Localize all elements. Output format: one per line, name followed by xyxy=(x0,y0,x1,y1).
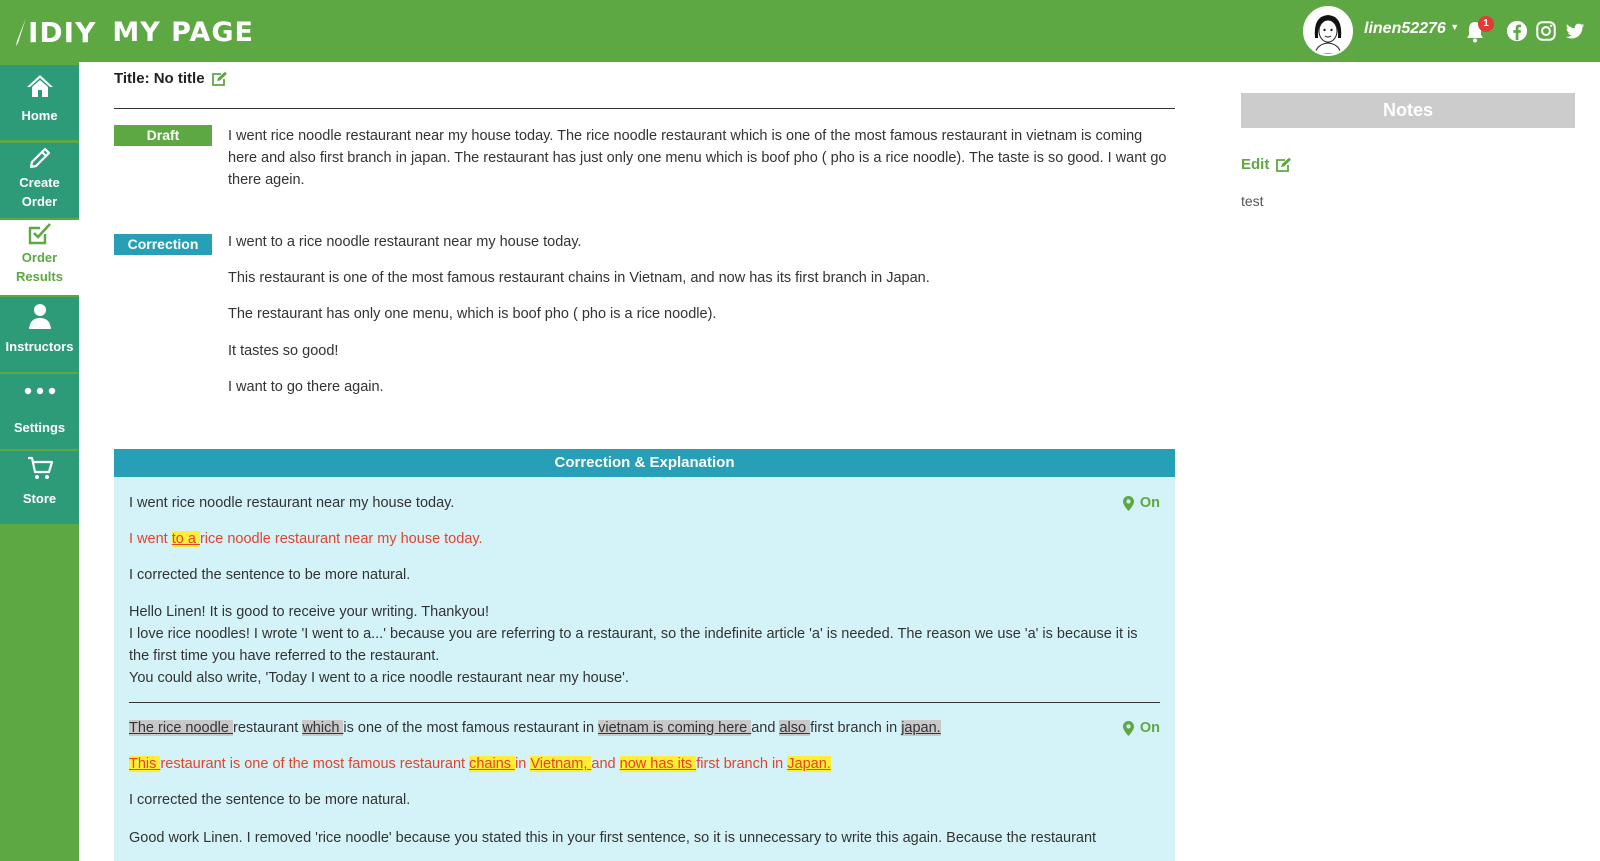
sidebar-item-label: Create xyxy=(19,175,60,190)
pen-nib-icon xyxy=(16,18,26,46)
highlighted-correction: chains xyxy=(469,756,516,772)
pin-toggle[interactable]: On xyxy=(1122,495,1160,511)
username-dropdown[interactable]: linen52276 ▼ xyxy=(1364,20,1459,38)
notes-heading: Notes xyxy=(1241,93,1575,128)
highlighted-correction: now has its xyxy=(619,756,697,772)
original-sentence: The rice noodle restaurant which is one … xyxy=(129,720,941,736)
sidebar-item-store[interactable]: Store xyxy=(0,451,79,524)
highlighted-original: which xyxy=(302,720,344,736)
sidebar-item-label: Results xyxy=(16,269,63,284)
highlighted-correction: Japan. xyxy=(787,756,831,772)
divider xyxy=(114,108,1175,109)
explanation: Hello Linen! It is good to receive your … xyxy=(129,601,1159,689)
text-segment: rice noodle restaurant near my house tod… xyxy=(199,531,483,547)
top-header: IDIY MY PAGE linen52276 ▼ 1 xyxy=(0,0,1600,62)
title-row: Title: No title xyxy=(114,70,228,87)
dots-icon xyxy=(24,387,55,395)
page-name: MY PAGE xyxy=(112,16,254,48)
text-segment: restaurant xyxy=(232,720,303,736)
explanation-line: Hello Linen! It is good to receive your … xyxy=(129,604,490,620)
sidebar-item-instructors[interactable]: Instructors xyxy=(0,297,79,372)
sidebar-item-create-order[interactable]: Create Order xyxy=(0,143,79,218)
highlighted-correction: Vietnam, xyxy=(530,756,592,772)
notification-badge: 1 xyxy=(1478,16,1494,32)
avatar[interactable] xyxy=(1303,6,1353,56)
correction-line: It tastes so good! xyxy=(228,343,339,359)
highlighted-correction: to a xyxy=(171,531,200,547)
edit-icon[interactable] xyxy=(211,71,228,87)
notes-text: test xyxy=(1241,193,1264,209)
toggle-label: On xyxy=(1139,720,1160,736)
correction-line: I want to go there again. xyxy=(228,379,384,395)
sidebar-item-label: Instructors xyxy=(5,339,74,354)
facebook-icon[interactable] xyxy=(1506,20,1528,42)
pencil-icon xyxy=(29,147,50,169)
text-segment: in xyxy=(515,756,531,772)
username-text: linen52276 xyxy=(1364,20,1446,37)
highlighted-correction: This xyxy=(129,756,161,772)
map-pin-icon xyxy=(1122,720,1134,736)
correction-line: I went to a rice noodle restaurant near … xyxy=(228,234,582,250)
instagram-icon[interactable] xyxy=(1535,20,1557,42)
logo-text: IDIY xyxy=(28,15,97,49)
correction-explanation-header: Correction & Explanation xyxy=(114,449,1175,477)
text-segment: is one of the most famous restaurant in xyxy=(343,720,599,736)
checkbox-icon xyxy=(28,223,51,245)
correction-tag: Correction xyxy=(114,234,212,255)
corrected-sentence: This restaurant is one of the most famou… xyxy=(129,756,831,772)
explanation-line: You could also write, 'Today I went to a… xyxy=(129,670,629,686)
highlighted-original: also xyxy=(779,720,811,736)
draft-tag: Draft xyxy=(114,125,212,146)
sidebar-item-label: Order xyxy=(21,250,58,265)
page-title: Title: No title xyxy=(114,70,205,87)
correction-note: I corrected the sentence to be more natu… xyxy=(129,567,411,583)
sidebar-item-home[interactable]: Home xyxy=(0,65,79,140)
user-avatar-icon xyxy=(1305,8,1351,54)
sidebar-item-label: Store xyxy=(22,491,57,506)
text-segment: first branch in xyxy=(696,756,788,772)
entry-divider xyxy=(129,702,1160,703)
explanation-line: I love rice noodles! I wrote 'I went to … xyxy=(129,626,1138,664)
notes-edit-label: Edit xyxy=(1241,156,1270,173)
correction-note: I corrected the sentence to be more natu… xyxy=(129,792,411,808)
text-segment: I went xyxy=(129,531,172,547)
highlighted-original: vietnam is coming here xyxy=(598,720,752,736)
correction-explanation-panel: Correction & Explanation I went rice noo… xyxy=(114,449,1175,861)
corrected-sentence: I went to a rice noodle restaurant near … xyxy=(129,531,483,547)
caret-down-icon: ▼ xyxy=(1450,22,1460,32)
highlighted-original: The rice noodle xyxy=(129,720,233,736)
original-sentence: I went rice noodle restaurant near my ho… xyxy=(129,495,455,511)
person-icon xyxy=(28,304,51,329)
logo[interactable]: IDIY MY PAGE xyxy=(14,14,254,50)
sidebar: Home Create Order Order Results Instruct… xyxy=(0,62,79,861)
notes-edit-button[interactable]: Edit xyxy=(1241,156,1292,173)
text-segment: and xyxy=(591,756,620,772)
twitter-icon[interactable] xyxy=(1564,20,1586,42)
map-pin-icon xyxy=(1122,495,1134,511)
edit-icon xyxy=(1276,157,1292,172)
explanation: Good work Linen. I removed 'rice noodle'… xyxy=(129,827,1159,849)
pin-toggle[interactable]: On xyxy=(1122,720,1160,736)
text-segment: and xyxy=(751,720,780,736)
home-icon xyxy=(26,75,53,97)
sidebar-item-label: Settings xyxy=(13,420,66,435)
draft-text: I went rice noodle restaurant near my ho… xyxy=(228,128,1167,188)
correction-line: This restaurant is one of the most famou… xyxy=(228,270,930,286)
explanation-line: Good work Linen. I removed 'rice noodle'… xyxy=(129,830,1097,846)
cart-icon xyxy=(27,456,53,479)
highlighted-original: japan. xyxy=(901,720,941,736)
sidebar-item-label: Home xyxy=(21,108,58,123)
toggle-label: On xyxy=(1139,495,1160,511)
text-segment: first branch in xyxy=(810,720,902,736)
sidebar-item-order-results[interactable]: Order Results xyxy=(0,220,79,295)
text-segment: restaurant is one of the most famous res… xyxy=(160,756,470,772)
sidebar-item-settings[interactable]: Settings xyxy=(0,374,79,449)
correction-line: The restaurant has only one menu, which … xyxy=(228,306,717,322)
sidebar-item-label: Order xyxy=(21,194,58,209)
